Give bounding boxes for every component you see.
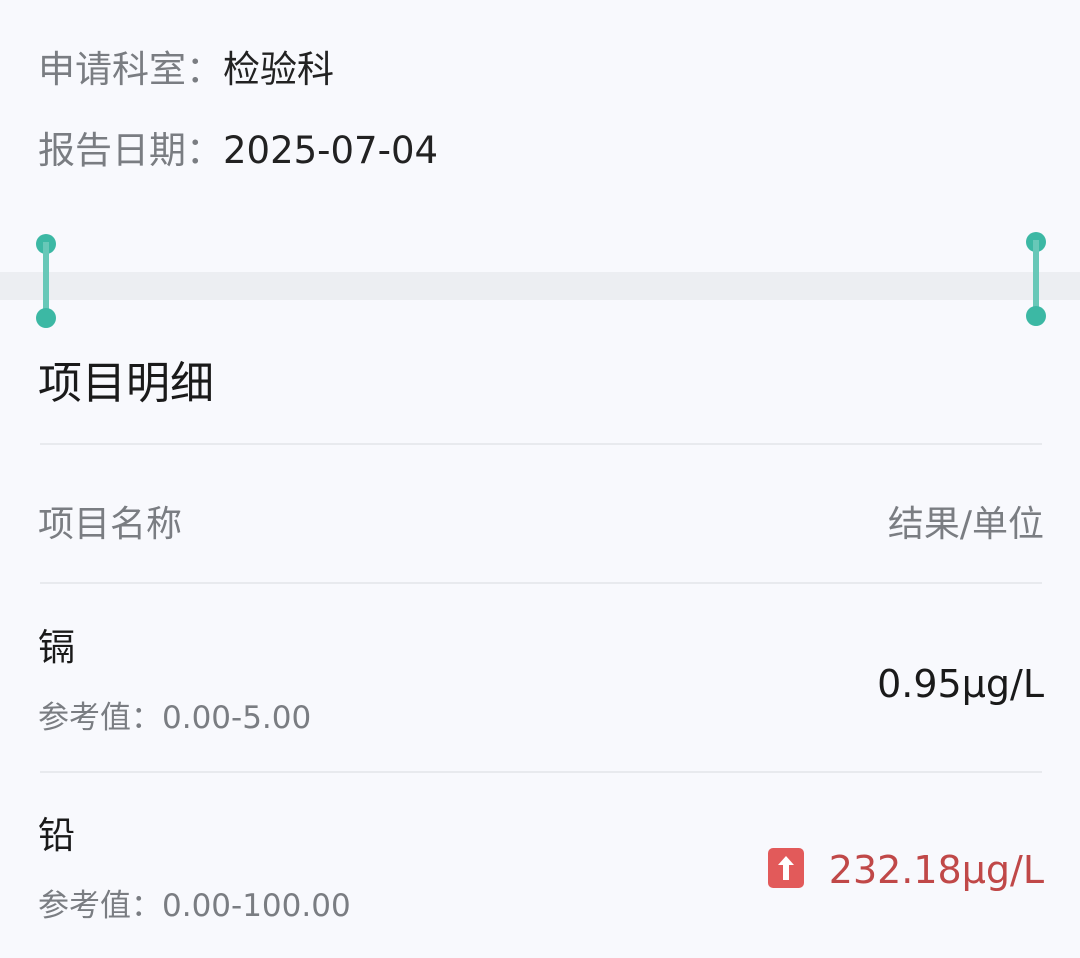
report-date-value: 2025-07-04: [223, 129, 439, 172]
report-date-label: 报告日期：: [38, 129, 223, 172]
department-row: 申请科室：检验科: [38, 47, 334, 93]
column-header-name: 项目名称: [38, 504, 183, 545]
section-divider: [0, 272, 1080, 300]
selection-handle-end-icon[interactable]: [1025, 232, 1047, 330]
item-result-lead: 232.18μg/L: [828, 848, 1044, 892]
item-reference-lead: 参考值：0.00-100.00: [38, 888, 351, 924]
item-name-lead: 铅: [38, 814, 75, 857]
divider-line: [40, 771, 1042, 773]
selection-handle-start-icon[interactable]: [35, 234, 57, 332]
divider-line: [40, 582, 1042, 584]
report-date-row: 报告日期：2025-07-04: [38, 128, 438, 174]
item-result-cadmium: 0.95μg/L: [877, 662, 1044, 706]
up-arrow-icon: [768, 848, 804, 888]
column-header-result: 结果/单位: [887, 504, 1044, 545]
section-title: 项目明细: [38, 358, 214, 409]
divider-line: [40, 443, 1042, 445]
item-name-cadmium: 镉: [38, 626, 75, 669]
department-value: 检验科: [223, 48, 334, 91]
department-label: 申请科室：: [38, 48, 223, 91]
item-reference-cadmium: 参考值：0.00-5.00: [38, 700, 312, 736]
